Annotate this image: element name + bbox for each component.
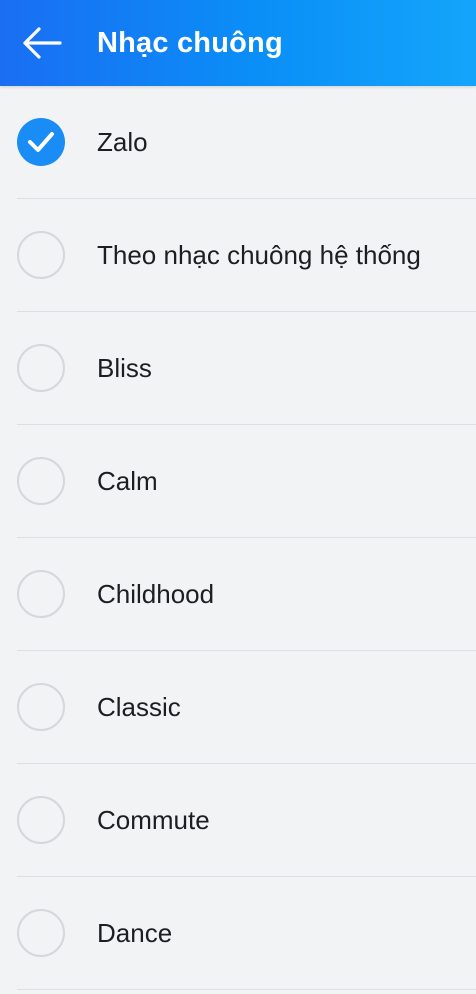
ringtone-label: Dance [97,918,173,948]
app-header: Nhạc chuông [0,0,476,86]
ringtone-label: Zalo [97,127,148,157]
arrow-left-icon [23,27,62,59]
radio-unchecked-icon[interactable] [17,683,65,731]
ringtone-option-system[interactable]: Theo nhạc chuông hệ thống [0,199,476,312]
ringtone-label: Theo nhạc chuông hệ thống [97,240,421,270]
ringtone-list: Zalo Theo nhạc chuông hệ thống Bliss Cal… [0,86,476,990]
radio-unchecked-icon[interactable] [17,570,65,618]
ringtone-option-bliss[interactable]: Bliss [0,312,476,425]
radio-unchecked-icon[interactable] [17,909,65,957]
ringtone-option-childhood[interactable]: Childhood [0,538,476,651]
ringtone-label: Bliss [97,353,152,383]
ringtone-option-calm[interactable]: Calm [0,425,476,538]
radio-unchecked-icon[interactable] [17,231,65,279]
ringtone-label: Classic [97,692,181,722]
radio-unchecked-icon[interactable] [17,344,65,392]
ringtone-option-dance[interactable]: Dance [0,877,476,990]
ringtone-option-zalo[interactable]: Zalo [0,86,476,199]
radio-unchecked-icon[interactable] [17,457,65,505]
page-title: Nhạc chuông [97,26,283,59]
back-button[interactable] [18,19,66,67]
ringtone-option-classic[interactable]: Classic [0,651,476,764]
ringtone-option-commute[interactable]: Commute [0,764,476,877]
ringtone-label: Childhood [97,579,215,609]
radio-unchecked-icon[interactable] [17,796,65,844]
ringtone-label: Commute [97,805,210,835]
radio-checked-icon[interactable] [17,118,65,166]
ringtone-label: Calm [97,466,158,496]
